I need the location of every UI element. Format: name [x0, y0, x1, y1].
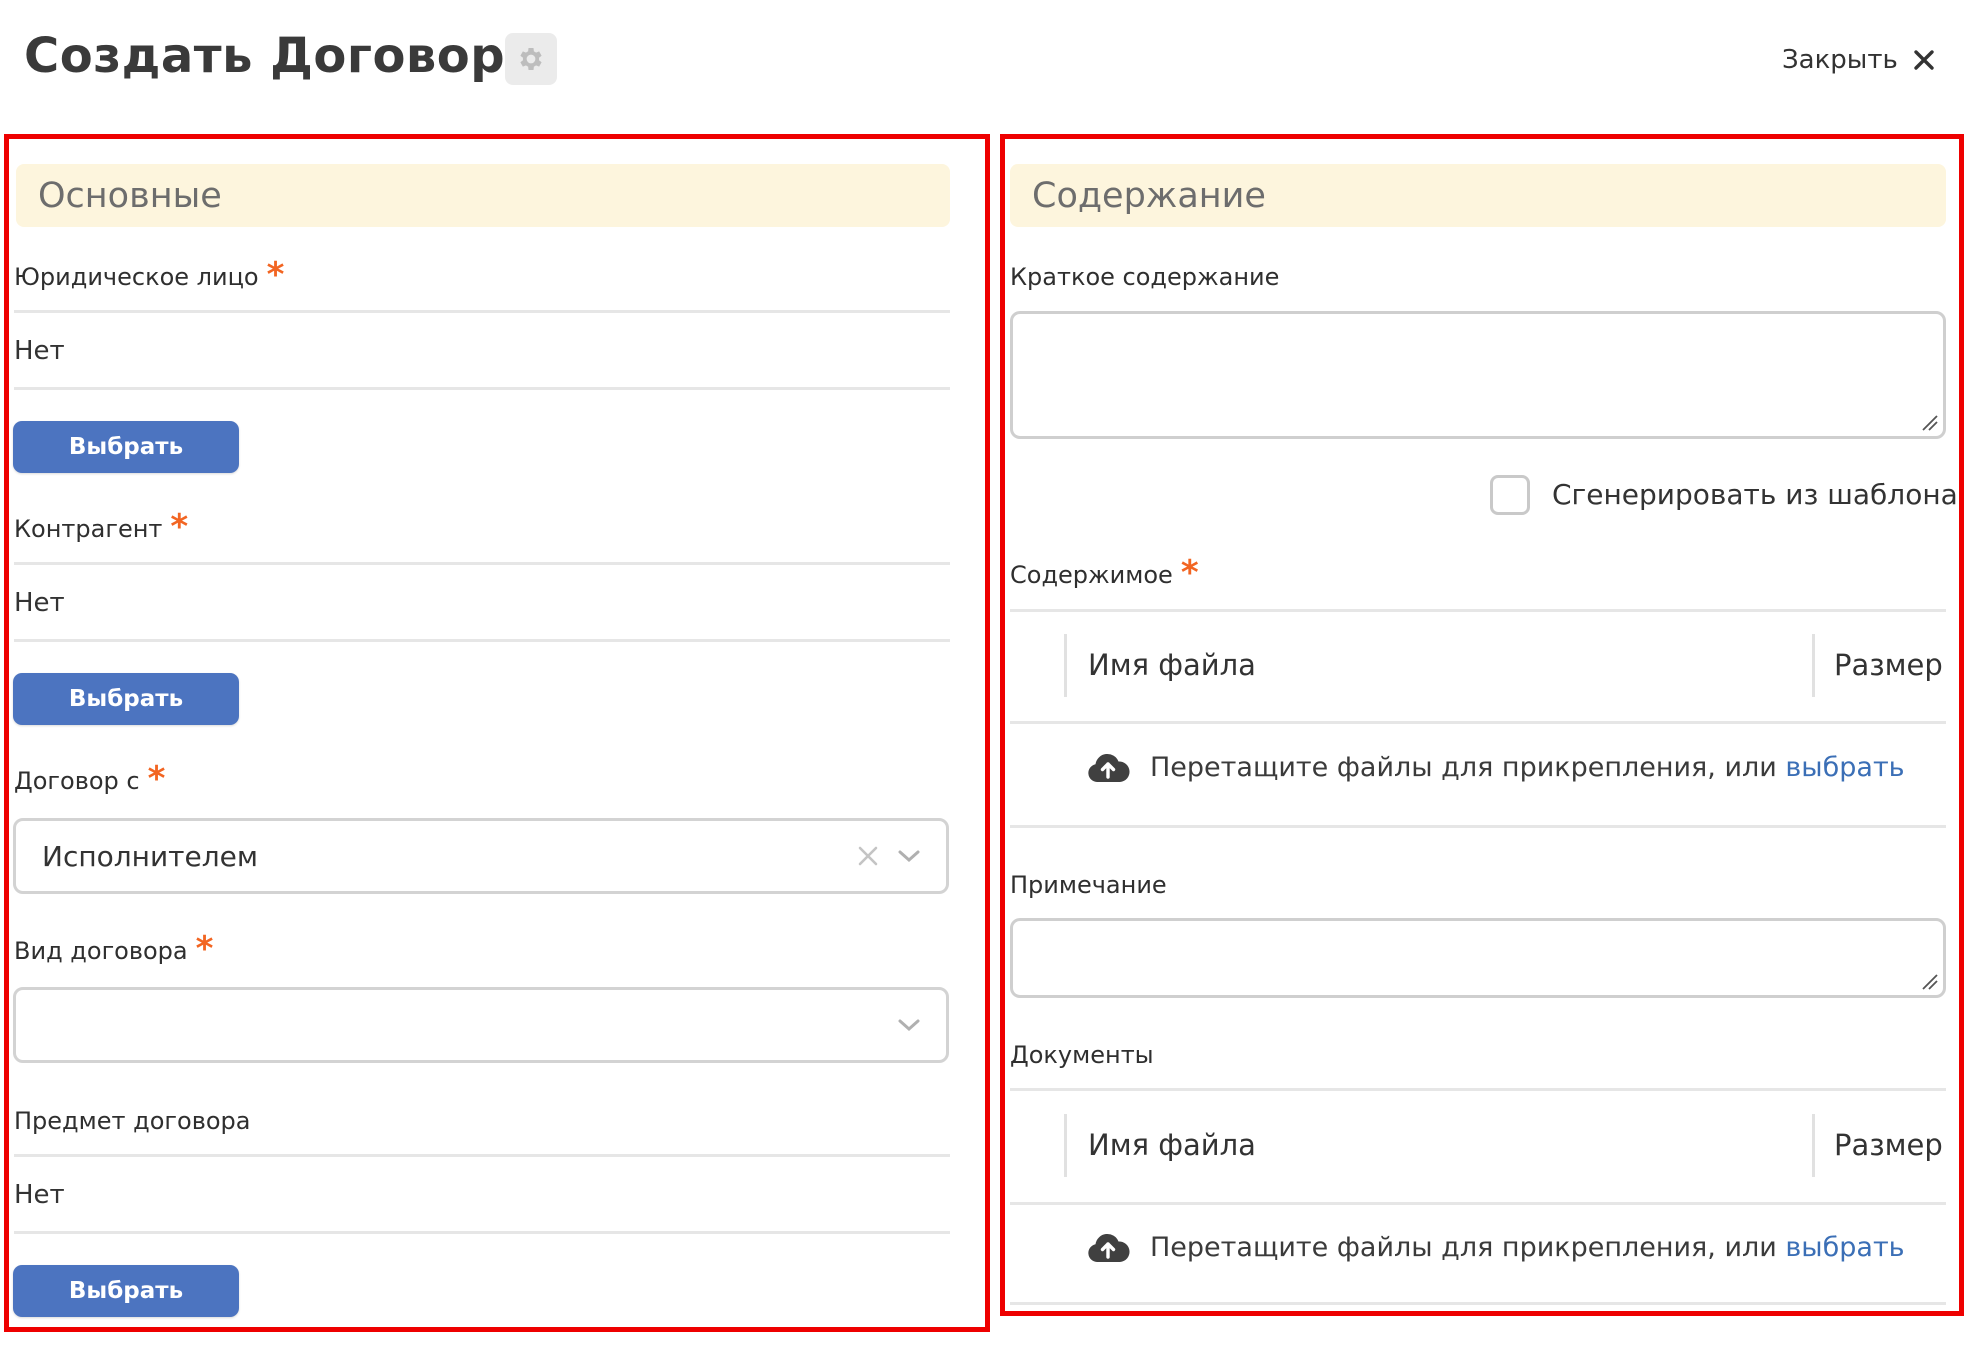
divider: [14, 387, 950, 390]
settings-button[interactable]: [505, 33, 557, 85]
required-mark: *: [266, 255, 285, 295]
required-mark: *: [170, 507, 189, 547]
divider: [1010, 1302, 1946, 1305]
chevron-down-icon[interactable]: [896, 1016, 922, 1034]
contract-with-selected: Исполнителем: [42, 839, 258, 873]
documents-label: Документы: [1010, 1041, 1154, 1069]
select-legal-entity-button[interactable]: Выбрать: [13, 421, 239, 473]
section-header-main: Основные: [16, 164, 950, 227]
note-textarea[interactable]: [1010, 918, 1946, 998]
close-button[interactable]: Закрыть: [1782, 40, 1936, 80]
legal-entity-value: Нет: [14, 336, 65, 366]
divider: [1010, 1088, 1946, 1091]
generate-from-template-checkbox[interactable]: [1490, 475, 1530, 515]
select-counterparty-button[interactable]: Выбрать: [13, 673, 239, 725]
column-separator: [1812, 1114, 1815, 1177]
contract-with-label: Договор с *: [14, 759, 166, 799]
resize-handle-icon[interactable]: [1919, 971, 1939, 991]
column-header-filename[interactable]: Имя файла: [1088, 648, 1256, 682]
divider: [14, 639, 950, 642]
subject-label: Предмет договора: [14, 1107, 251, 1135]
divider: [14, 1154, 950, 1157]
gear-icon: [516, 44, 546, 74]
counterparty-label: Контрагент *: [14, 507, 189, 547]
divider: [14, 1231, 950, 1234]
close-label: Закрыть: [1782, 45, 1898, 75]
documents-dropzone[interactable]: Перетащите файлы для прикрепления, или в…: [1086, 1230, 1905, 1264]
contract-type-label: Вид договора *: [14, 929, 214, 969]
generate-from-template-label[interactable]: Сгенерировать из шаблона: [1552, 478, 1958, 511]
summary-textarea[interactable]: [1010, 311, 1946, 439]
column-header-filename[interactable]: Имя файла: [1088, 1128, 1256, 1162]
required-mark: *: [195, 929, 214, 969]
column-header-size[interactable]: Размер: [1834, 1128, 1943, 1162]
choose-file-link[interactable]: выбрать: [1785, 752, 1904, 783]
column-header-size[interactable]: Размер: [1834, 648, 1943, 682]
column-separator: [1064, 634, 1067, 697]
contract-type-select[interactable]: [13, 987, 949, 1063]
close-icon: [1912, 48, 1936, 72]
resize-handle-icon[interactable]: [1919, 412, 1939, 432]
content-dropzone[interactable]: Перетащите файлы для прикрепления, или в…: [1086, 750, 1905, 784]
required-mark: *: [1180, 553, 1199, 593]
divider: [14, 310, 950, 313]
note-label: Примечание: [1010, 871, 1167, 899]
clear-icon[interactable]: [856, 844, 880, 868]
select-subject-button[interactable]: Выбрать: [13, 1265, 239, 1317]
column-separator: [1812, 634, 1815, 697]
required-mark: *: [147, 759, 166, 799]
subject-value: Нет: [14, 1180, 65, 1210]
cloud-upload-icon: [1086, 1230, 1130, 1264]
divider: [1010, 721, 1946, 724]
counterparty-value: Нет: [14, 588, 65, 618]
choose-file-link[interactable]: выбрать: [1785, 1232, 1904, 1263]
content-label: Содержимое *: [1010, 553, 1199, 593]
divider: [1010, 1202, 1946, 1205]
dropzone-text: Перетащите файлы для прикрепления, или: [1150, 751, 1786, 783]
legal-entity-label: Юридическое лицо *: [14, 255, 285, 295]
divider: [1010, 825, 1946, 828]
main-section-panel: [4, 134, 990, 1332]
column-separator: [1064, 1114, 1067, 1177]
page-title: Создать Договор: [24, 28, 506, 84]
dropzone-text: Перетащите файлы для прикрепления, или: [1150, 1231, 1786, 1263]
contract-with-select[interactable]: Исполнителем: [13, 818, 949, 894]
chevron-down-icon[interactable]: [896, 847, 922, 865]
section-header-content: Содержание: [1010, 164, 1946, 227]
divider: [1010, 609, 1946, 612]
cloud-upload-icon: [1086, 750, 1130, 784]
summary-label: Краткое содержание: [1010, 263, 1280, 291]
divider: [14, 562, 950, 565]
